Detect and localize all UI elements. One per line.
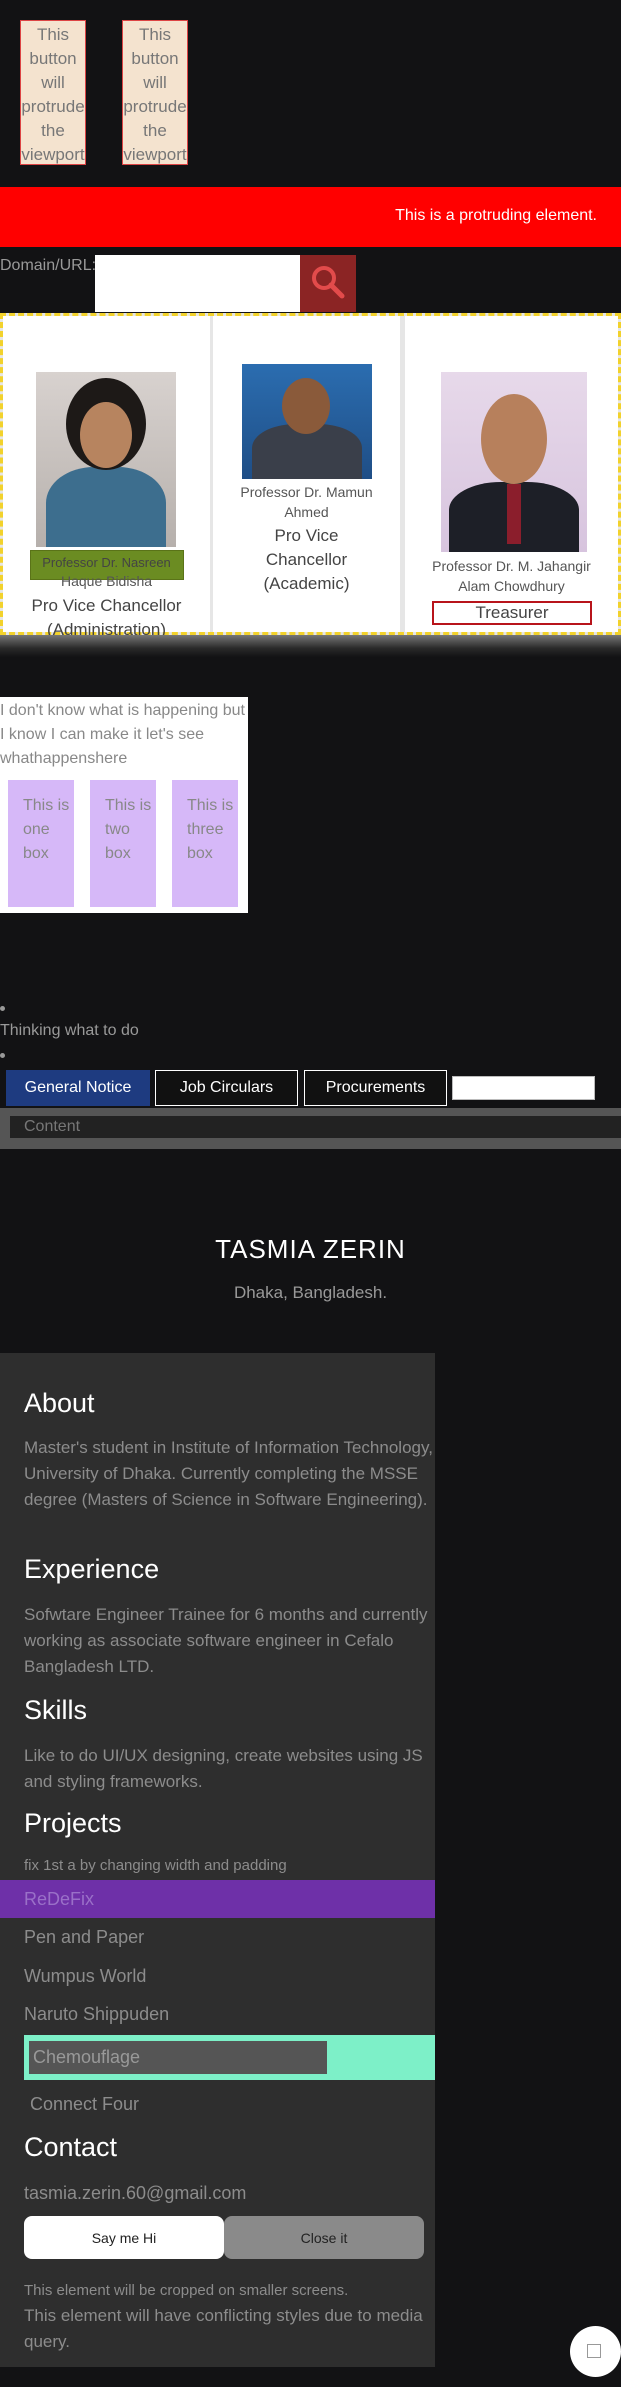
card-2-name: Professor Dr. Mamun Ahmed bbox=[240, 484, 373, 520]
thinking-text: Thinking what to do bbox=[0, 1022, 139, 1039]
about-title: About bbox=[24, 1388, 95, 1418]
box-panel-text: I don't know what is happening but I kno… bbox=[0, 702, 245, 767]
protrude-button-left[interactable]: This button will protrude the viewport bbox=[20, 20, 86, 165]
profile-photo-1 bbox=[36, 372, 176, 547]
content-label: Content bbox=[10, 1116, 621, 1138]
project-redefix[interactable]: ReDeFix bbox=[0, 1880, 435, 1918]
contact-email[interactable]: tasmia.zerin.60@gmail.com bbox=[24, 2183, 246, 2204]
purple-box-2: This is two box bbox=[90, 780, 156, 907]
card-1-highlight-name: Professor Dr. Nasreen bbox=[42, 555, 171, 570]
projects-note: fix 1st a by changing width and padding bbox=[24, 1857, 287, 1874]
skills-text: Like to do UI/UX designing, create websi… bbox=[24, 1746, 423, 1791]
purple-box-1: This is one box bbox=[8, 780, 74, 907]
card-2-role: Pro Vice Chancellor (Academic) bbox=[263, 526, 350, 593]
tab-general-notice[interactable]: General Notice bbox=[6, 1070, 150, 1106]
tab-procurements[interactable]: Procurements bbox=[304, 1070, 447, 1106]
profile-photo-3 bbox=[441, 372, 587, 552]
tab-job-circulars[interactable]: Job Circulars bbox=[155, 1070, 298, 1106]
profile-card-1: Professor Dr. Nasreen Haque Bidisha Pro … bbox=[3, 316, 210, 639]
protrude-button-right[interactable]: This button will protrude the viewport bbox=[122, 20, 188, 165]
projects-title: Projects bbox=[24, 1808, 122, 1838]
project-wumpus-world[interactable]: Wumpus World bbox=[24, 1966, 146, 1987]
say-hi-button[interactable]: Say me Hi bbox=[24, 2216, 224, 2259]
project-naruto-shippuden[interactable]: Naruto Shippuden bbox=[24, 2004, 169, 2025]
profile-card-2: Professor Dr. Mamun Ahmed Pro Vice Chanc… bbox=[213, 316, 400, 632]
bullet-dot-2 bbox=[0, 1053, 5, 1058]
about-text: Master's student in Institute of Informa… bbox=[24, 1438, 433, 1509]
domain-search-button[interactable] bbox=[300, 255, 356, 312]
conflict-note: This element will have conflicting style… bbox=[24, 2306, 423, 2351]
skills-title: Skills bbox=[24, 1695, 88, 1725]
project-chemouflage[interactable]: Chemouflage bbox=[27, 2039, 329, 2076]
broken-image-icon bbox=[587, 2344, 601, 2358]
project-pen-and-paper[interactable]: Pen and Paper bbox=[24, 1927, 144, 1948]
domain-input[interactable] bbox=[95, 255, 300, 312]
experience-text: Sofwtare Engineer Trainee for 6 months a… bbox=[24, 1605, 428, 1676]
hero-name: TASMIA ZERIN bbox=[215, 1234, 406, 1264]
hero-location: Dhaka, Bangladesh. bbox=[233, 1283, 388, 1302]
card-3-name: Professor Dr. M. Jahangir Alam Chowdhury bbox=[432, 558, 591, 594]
strip-shadow bbox=[0, 635, 621, 657]
bullet-dot-1 bbox=[0, 1006, 5, 1011]
floating-action-button[interactable] bbox=[570, 2326, 621, 2377]
search-icon bbox=[312, 266, 345, 299]
card-3-role: Treasurer bbox=[432, 601, 592, 625]
profile-card-3: Professor Dr. M. Jahangir Alam Chowdhury… bbox=[405, 316, 618, 632]
profile-cards-strip: Professor Dr. Nasreen Haque Bidisha Pro … bbox=[0, 313, 621, 639]
tab-search-input[interactable] bbox=[452, 1076, 595, 1100]
card-1-name: Haque Bidisha bbox=[60, 573, 153, 589]
crop-note: This element will be cropped on smaller … bbox=[24, 2282, 349, 2299]
domain-label: Domain/URL: bbox=[0, 257, 97, 274]
close-button[interactable]: Close it bbox=[224, 2216, 424, 2259]
purple-box-3: This is three box bbox=[172, 780, 238, 907]
project-connect-four[interactable]: Connect Four bbox=[30, 2094, 139, 2115]
profile-photo-2 bbox=[242, 364, 372, 479]
experience-title: Experience bbox=[24, 1554, 160, 1584]
contact-title: Contact bbox=[24, 2132, 118, 2162]
protruding-element: This is a protruding element. bbox=[0, 187, 621, 247]
